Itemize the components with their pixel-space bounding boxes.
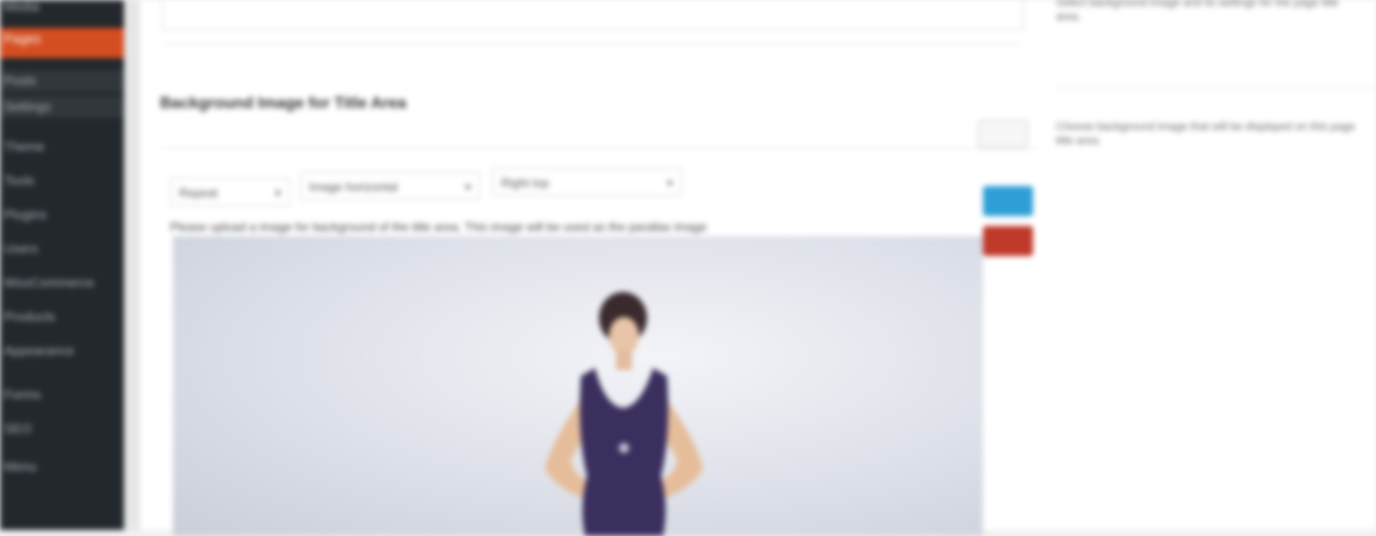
divider [1056,88,1376,89]
size-select-value: Right top [501,176,550,190]
sidebar-item[interactable]: WooCommerce [0,272,124,294]
preview-photo [545,292,703,536]
sidebar-item[interactable]: Plugins [0,204,124,226]
sidebar-item[interactable]: Menu [0,456,124,478]
repeat-select-value: Repeat [179,186,218,200]
chevron-down-icon: ▾ [464,180,471,194]
previous-field[interactable] [162,0,1024,30]
help-column: Select background image and its settings… [1040,0,1376,530]
sidebar-item[interactable]: Theme [0,136,124,158]
sidebar-item[interactable]: Settings [0,96,124,118]
sidebar-item[interactable]: Media [0,0,124,18]
background-image-preview [173,236,983,536]
sidebar-item[interactable]: Posts [0,70,124,92]
sidebar-item[interactable]: Forms [0,384,124,406]
divider [160,148,1040,149]
position-select-value: Image horizontal [309,180,398,194]
content-gutter [124,0,140,530]
sidebar-item[interactable]: Appearance [0,340,124,362]
chevron-down-icon: ▾ [274,186,281,200]
admin-sidebar: Media Pages Posts Settings Theme Tools P… [0,0,124,530]
size-select[interactable]: Right top ▾ [492,168,682,196]
field-description: Select background image and its settings… [1056,0,1339,23]
upload-hint: Please upload a image for background of … [170,220,707,234]
toggle-button[interactable] [978,120,1028,148]
sidebar-item[interactable]: Users [0,238,124,260]
upload-button[interactable] [983,186,1033,216]
sidebar-item[interactable]: Tools [0,170,124,192]
sidebar-item[interactable]: Products [0,306,124,328]
sidebar-item-active[interactable]: Pages [0,28,124,58]
section-title: Background Image for Title Area [160,95,407,112]
meta-box-panel: Background Image for Title Area Repeat ▾… [140,0,1040,536]
page-root: Media Pages Posts Settings Theme Tools P… [0,0,1376,536]
position-select[interactable]: Image horizontal ▾ [300,172,480,200]
remove-button[interactable] [983,226,1033,256]
sidebar-item[interactable]: SEO [0,418,124,440]
divider [162,44,1022,45]
field-description: Choose background image that will be dis… [1056,121,1356,147]
repeat-select[interactable]: Repeat ▾ [170,178,290,206]
chevron-down-icon: ▾ [666,176,673,190]
